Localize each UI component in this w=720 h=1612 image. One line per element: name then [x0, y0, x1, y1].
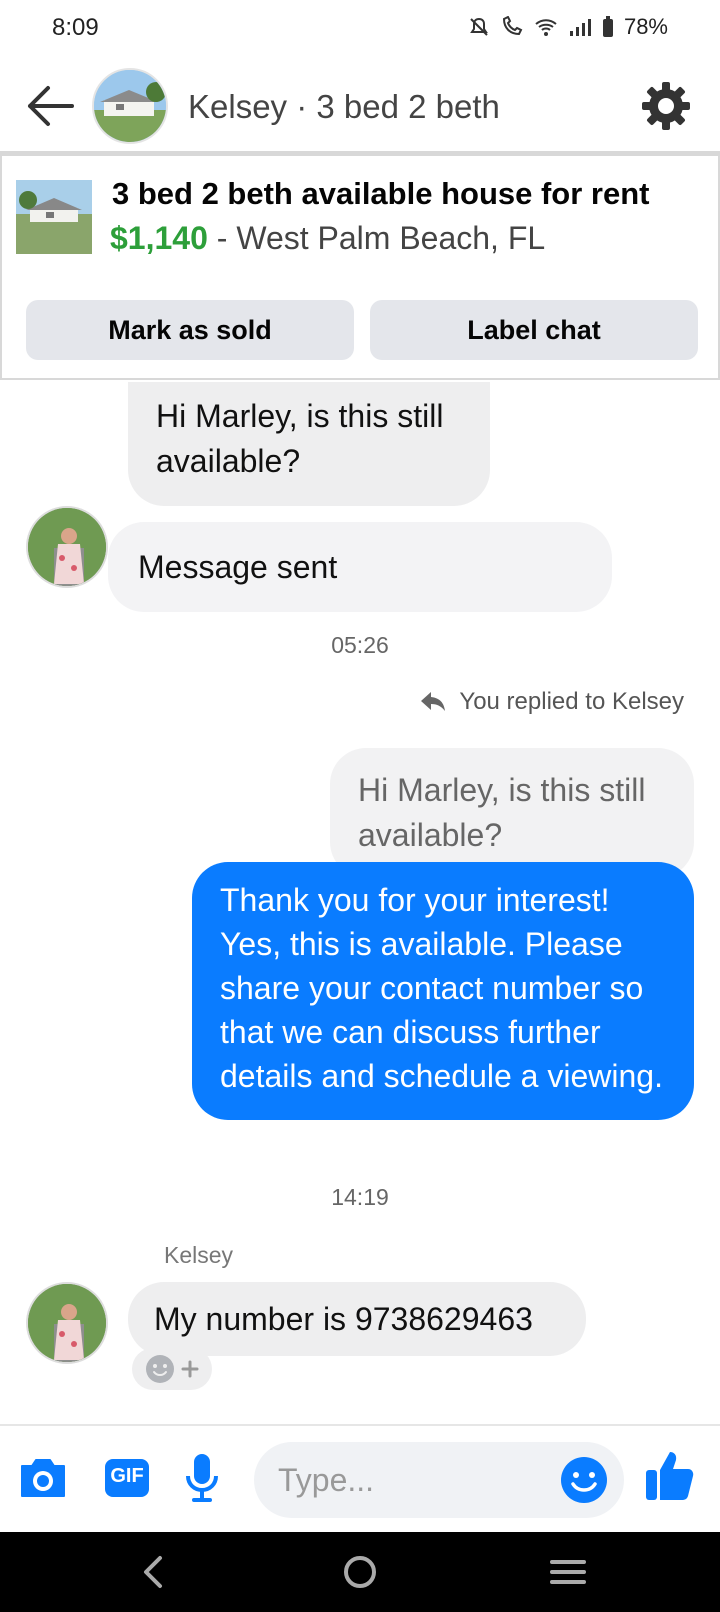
- gif-label: GIF: [110, 1465, 144, 1487]
- listing-subtitle: $1,140 - West Palm Beach, FL: [110, 220, 545, 257]
- listing-card[interactable]: 3 bed 2 beth available house for rent $1…: [0, 154, 720, 380]
- voice-button[interactable]: [184, 1452, 220, 1509]
- settings-button[interactable]: [640, 80, 692, 132]
- chevron-left-icon: [144, 1556, 162, 1588]
- battery-level: 78%: [623, 14, 668, 39]
- gear-icon: [642, 82, 690, 130]
- add-reaction-button[interactable]: [132, 1348, 212, 1390]
- chat-header: Kelsey · 3 bed 2 beth: [0, 58, 720, 154]
- emoji-button[interactable]: [560, 1456, 608, 1504]
- label-chat-button[interactable]: Label chat: [370, 300, 698, 360]
- signal-icon: [569, 19, 591, 36]
- back-button[interactable]: [24, 84, 76, 128]
- sender-name: Kelsey: [164, 1242, 234, 1268]
- kelsey-avatar[interactable]: [26, 1282, 108, 1364]
- listing-avatar[interactable]: [92, 68, 168, 144]
- profile-photo-icon: [28, 1284, 106, 1362]
- house-photo-icon: [16, 180, 92, 254]
- microphone-icon: [186, 1454, 218, 1502]
- incoming-message-bubble[interactable]: Message sent: [108, 522, 612, 612]
- camera-icon: [21, 1459, 65, 1497]
- smiley-icon: [146, 1355, 174, 1383]
- chat-title: Kelsey · 3 bed 2 beth: [188, 88, 500, 125]
- message-timestamp: 14:19: [331, 1184, 389, 1210]
- incoming-message-bubble[interactable]: My number is 9738629463: [128, 1282, 586, 1356]
- message-input[interactable]: Type...: [254, 1442, 624, 1518]
- listing-location: - West Palm Beach, FL: [207, 220, 546, 256]
- house-photo-icon: [94, 70, 166, 142]
- thumbs-up-icon: [646, 1452, 694, 1500]
- mark-as-sold-button[interactable]: Mark as sold: [26, 300, 354, 360]
- listing-thumbnail[interactable]: [16, 180, 92, 254]
- smiley-icon: [561, 1457, 607, 1503]
- status-icons: 78%: [468, 14, 668, 40]
- mute-icon: [470, 17, 488, 36]
- status-time: 8:09: [52, 14, 99, 41]
- call-icon: [502, 16, 523, 36]
- camera-button[interactable]: [18, 1456, 68, 1505]
- battery-icon: [602, 16, 613, 37]
- reply-indicator-text: You replied to Kelsey: [459, 688, 684, 715]
- message-input-placeholder: Type...: [278, 1462, 375, 1498]
- status-bar: 8:09 78%: [0, 0, 720, 58]
- home-circle-icon: [344, 1556, 376, 1588]
- listing-title: 3 bed 2 beth available house for rent: [112, 176, 650, 211]
- wifi-icon: [535, 19, 557, 36]
- outgoing-message-bubble[interactable]: Thank you for your interest! Yes, this i…: [192, 862, 694, 1120]
- reply-indicator: You replied to Kelsey: [419, 688, 684, 716]
- kelsey-avatar[interactable]: [26, 506, 108, 588]
- nav-home-button[interactable]: [336, 1550, 384, 1594]
- reply-icon: [421, 692, 446, 711]
- message-timestamp: 05:26: [331, 632, 389, 658]
- gif-button[interactable]: GIF: [104, 1458, 150, 1503]
- menu-lines-icon: [550, 1560, 586, 1584]
- plus-icon: [181, 1360, 199, 1378]
- arrow-left-icon: [28, 86, 74, 126]
- system-nav-bar: [0, 1532, 720, 1612]
- incoming-message-bubble[interactable]: Hi Marley, is this still available?: [128, 382, 490, 506]
- message-composer: GIF Type...: [0, 1424, 720, 1532]
- nav-recents-button[interactable]: [544, 1550, 592, 1594]
- profile-photo-icon: [28, 508, 106, 586]
- nav-back-button[interactable]: [130, 1550, 178, 1594]
- like-button[interactable]: [644, 1448, 694, 1507]
- listing-price: $1,140: [110, 220, 208, 256]
- quoted-message-bubble[interactable]: Hi Marley, is this still available?: [330, 748, 694, 878]
